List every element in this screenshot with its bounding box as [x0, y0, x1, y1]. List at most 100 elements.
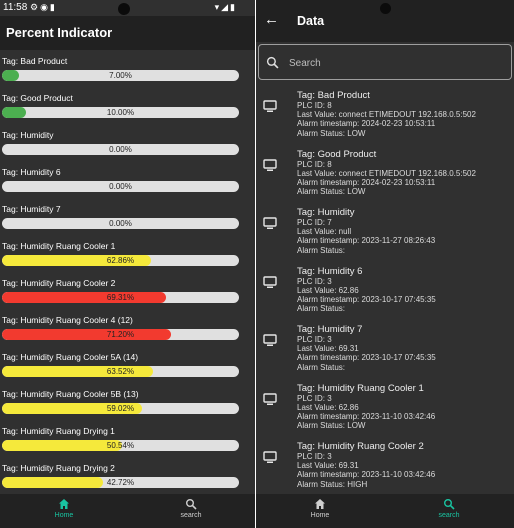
- data-item-last-value: Last Value: connect ETIMEDOUT 192.168.0.…: [297, 110, 476, 120]
- progress-bar: 71.20%: [2, 329, 239, 340]
- data-list-item[interactable]: Tag: Good Product PLC ID: 8 Last Value: co…: [256, 149, 514, 208]
- percent-value: 69.31%: [106, 293, 135, 302]
- percent-item-label: Tag: Bad Product: [2, 56, 68, 66]
- data-item-tag: Tag: Humidity 7: [297, 324, 363, 335]
- computer-icon: [263, 334, 277, 346]
- data-item-text: Tag: Humidity PLC ID: 7 Last Value: null Al…: [297, 207, 435, 255]
- progress-bar: 0.00%: [2, 144, 239, 155]
- data-item-tag: Tag: Humidity: [297, 207, 355, 218]
- data-item-plc: PLC ID: 3: [297, 335, 332, 344]
- data-item-last-value: Last Value: 62.86: [297, 402, 359, 412]
- percent-list[interactable]: Tag: Bad Product 7.00% Tag: Good Product 10…: [0, 50, 255, 494]
- data-item-timestamp: Alarm timestamp: 2024-02-23 10:53:11: [297, 177, 436, 187]
- computer-icon: [263, 158, 277, 171]
- app-bar: Percent Indicator: [0, 16, 255, 50]
- percent-item: Tag: Humidity Ruang Cooler 5A (14) 63.52%: [0, 346, 255, 383]
- progress-bar: 59.02%: [2, 403, 239, 414]
- status-notification-icons: ⚙◉▮: [30, 2, 57, 12]
- app-bar: ← Data: [256, 0, 514, 42]
- status-signal-icons: ▾◢▮: [214, 2, 237, 12]
- data-item-timestamp: Alarm timestamp: 2023-11-10 03:42:46: [297, 470, 436, 480]
- data-list-item[interactable]: Tag: Bad Product PLC ID: 8 Last Value: con…: [256, 90, 514, 149]
- percent-item: Tag: Humidity 6 0.00%: [0, 161, 255, 198]
- percent-item: Tag: Humidity Ruang Drying 1 50.54%: [0, 420, 255, 457]
- percent-item-label: Tag: Humidity: [2, 130, 54, 140]
- data-item-plc: PLC ID: 8: [297, 101, 332, 110]
- nav-search-label: search: [438, 512, 460, 519]
- data-item-tag: Tag: Good Product: [297, 148, 377, 160]
- nav-search[interactable]: search: [385, 494, 513, 528]
- data-list-item[interactable]: Tag: Humidity 7 PLC ID: 3 Last Value: 69.3…: [256, 324, 514, 383]
- nav-home-label: Home: [54, 512, 74, 519]
- percent-item-label: Tag: Humidity Ruang Drying 2: [2, 463, 115, 473]
- data-item-plc: PLC ID: 7: [297, 218, 332, 227]
- nav-search[interactable]: search: [127, 494, 255, 528]
- data-item-status: Alarm Status:: [297, 245, 346, 255]
- back-arrow-icon[interactable]: ←: [264, 11, 279, 28]
- data-item-plc: PLC ID: 8: [297, 159, 332, 169]
- percent-item-label: Tag: Humidity Ruang Cooler 5A (14): [2, 352, 139, 362]
- search-icon: [186, 499, 197, 510]
- data-list-item[interactable]: Tag: Humidity Ruang Cooler 2 PLC ID: 3 Las…: [256, 441, 514, 494]
- percent-value: 7.00%: [109, 71, 132, 80]
- percent-item-label: Tag: Humidity Ruang Cooler 1: [2, 241, 116, 251]
- page-title: Data: [297, 14, 325, 28]
- percent-item-label: Tag: Humidity Ruang Cooler 5B (13): [2, 389, 139, 399]
- progress-bar: 10.00%: [2, 107, 239, 118]
- data-item-timestamp: Alarm timestamp: 2023-11-27 08:26:43: [297, 236, 436, 246]
- search-icon: [444, 499, 455, 510]
- search-icon: [266, 56, 279, 69]
- percent-item: Tag: Humidity Ruang Cooler 4 (12) 71.20%: [0, 309, 255, 346]
- data-item-status: Alarm Status:: [297, 304, 346, 314]
- data-list[interactable]: Tag: Bad Product PLC ID: 8 Last Value: con…: [256, 90, 514, 494]
- percent-item-label: Tag: Good Product: [2, 93, 73, 103]
- data-item-timestamp: Alarm timestamp: 2023-10-17 07:45:35: [297, 353, 436, 363]
- percent-value: 62.86%: [106, 256, 135, 265]
- percent-value: 71.20%: [106, 330, 135, 339]
- data-item-text: Tag: Humidity 7 PLC ID: 3 Last Value: 69.3…: [297, 324, 436, 372]
- progress-bar: 50.54%: [2, 440, 239, 451]
- home-icon: [315, 499, 325, 509]
- data-item-plc: PLC ID: 3: [297, 393, 332, 403]
- data-item-timestamp: Alarm timestamp: 2023-11-10 03:42:46: [297, 411, 436, 421]
- status-bar: 11:58 ⚙◉▮ ▾◢▮: [0, 0, 255, 16]
- data-list-item[interactable]: Tag: Humidity PLC ID: 7 Last Value: null Al…: [256, 207, 514, 266]
- data-item-status: Alarm Status: HIGH: [297, 479, 368, 489]
- percent-indicator-screen: 11:58 ⚙◉▮ ▾◢▮ Percent Indicator Tag: Bad…: [0, 0, 255, 528]
- percent-item: Tag: Good Product 10.00%: [0, 87, 255, 124]
- data-item-status: Alarm Status:: [297, 362, 346, 372]
- bottom-nav: Home search: [256, 494, 514, 528]
- camera-cutout: [380, 3, 391, 14]
- app-frame: 11:58 ⚙◉▮ ▾◢▮ Percent Indicator Tag: Bad…: [0, 0, 514, 528]
- search-input[interactable]: [287, 53, 501, 73]
- nav-home[interactable]: Home: [256, 494, 384, 528]
- data-item-last-value: Last Value: 69.31: [297, 344, 359, 354]
- progress-bar: 7.00%: [2, 70, 239, 81]
- percent-item-label: Tag: Humidity Ruang Cooler 2: [2, 278, 116, 288]
- percent-item-label: Tag: Humidity Ruang Cooler 4 (12): [2, 315, 133, 325]
- computer-icon: [263, 392, 277, 405]
- percent-value: 0.00%: [109, 182, 132, 191]
- percent-value: 0.00%: [109, 145, 132, 154]
- search-box: [258, 44, 512, 80]
- data-item-timestamp: Alarm timestamp: 2024-02-23 10:53:11: [297, 119, 436, 129]
- percent-item: Tag: Humidity Ruang Cooler 2 69.31%: [0, 272, 255, 309]
- status-time: 11:58: [3, 2, 28, 13]
- data-item-tag: Tag: Humidity Ruang Cooler 2: [297, 441, 424, 452]
- data-item-plc: PLC ID: 3: [297, 452, 332, 461]
- computer-icon: [263, 100, 277, 112]
- nav-home-label: Home: [310, 512, 330, 519]
- percent-item-label: Tag: Humidity Ruang Drying 1: [2, 426, 115, 436]
- percent-item: Tag: Humidity Ruang Cooler 1 62.86%: [0, 235, 255, 272]
- home-icon: [59, 499, 69, 509]
- data-item-plc: PLC ID: 3: [297, 276, 332, 286]
- data-item-text: Tag: Humidity Ruang Cooler 1 PLC ID: 3 Las…: [297, 383, 435, 431]
- data-item-tag: Tag: Bad Product: [297, 90, 370, 101]
- data-item-tag: Tag: Humidity 6: [297, 265, 363, 277]
- data-list-item[interactable]: Tag: Humidity Ruang Cooler 1 PLC ID: 3 Las…: [256, 383, 514, 442]
- data-list-item[interactable]: Tag: Humidity 6 PLC ID: 3 Last Value: 62.8…: [256, 266, 514, 325]
- progress-bar: 42.72%: [2, 477, 239, 488]
- percent-value: 63.52%: [106, 367, 135, 376]
- percent-value: 0.00%: [109, 219, 132, 228]
- nav-home[interactable]: Home: [0, 494, 128, 528]
